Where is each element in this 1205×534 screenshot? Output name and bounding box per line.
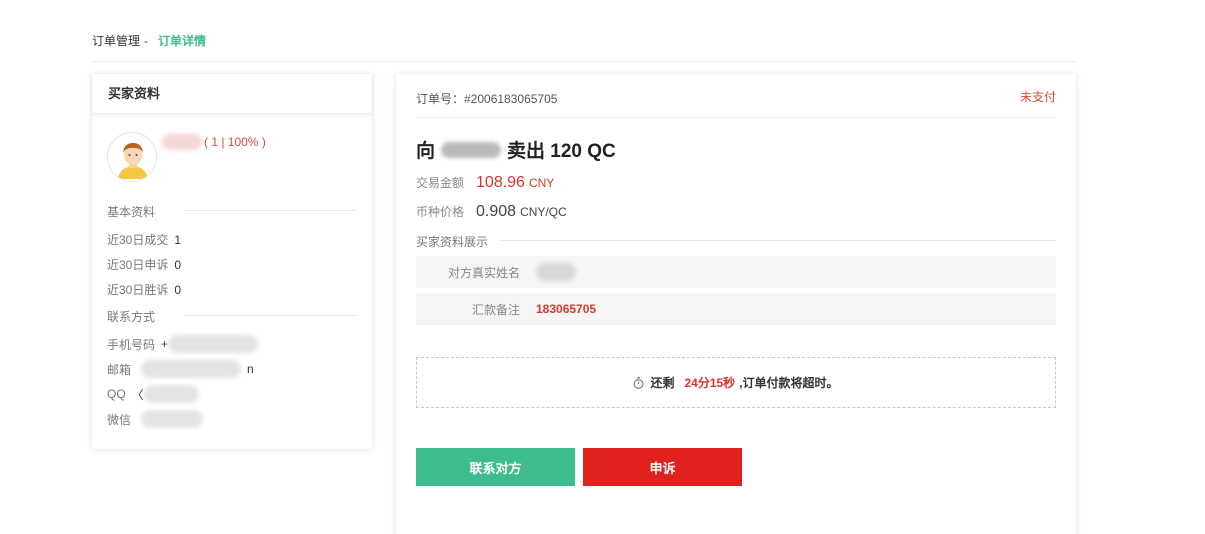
stat-label: 近30日成交 xyxy=(107,233,169,247)
stat-value: 0 xyxy=(174,257,182,272)
amount-unit: CNY xyxy=(528,176,555,190)
real-name-masked xyxy=(536,263,576,281)
payment-countdown: 还剩 24分15秒 ,订单付款将超时。 xyxy=(416,357,1056,408)
stat-label: 近30日申诉 xyxy=(107,258,169,272)
stat-value: 0 xyxy=(174,282,182,297)
stopwatch-icon xyxy=(633,376,644,389)
trade-title: 向 卖出 120 QC xyxy=(416,136,616,163)
remark-value: 183065705 xyxy=(536,302,597,316)
contact-label: QQ xyxy=(107,387,126,401)
order-number: 订单号：#2006183065705 xyxy=(416,92,558,106)
price-row: 币种价格 0.908 CNY/QC xyxy=(416,203,567,221)
order-status-badge: 未支付 xyxy=(1019,90,1056,104)
buyer-card-title: 买家资料 xyxy=(92,74,372,114)
breadcrumb-parent[interactable]: 订单管理 xyxy=(92,32,140,49)
contact-row-qq: QQ 〈 xyxy=(107,385,199,403)
remark-row: 汇款备注 183065705 xyxy=(416,293,1056,325)
stat-row-wins: 近30日胜诉 0 xyxy=(107,281,181,298)
masked-wechat xyxy=(141,410,204,428)
price-value: 0.908 xyxy=(476,203,517,220)
countdown-suffix: ,订单付款将超时。 xyxy=(739,376,839,390)
stat-value: 1 xyxy=(174,232,182,247)
top-divider xyxy=(92,61,1077,62)
countdown-prefix: 还剩 xyxy=(650,376,675,390)
contact-divider xyxy=(184,315,356,316)
contact-label: 微信 xyxy=(107,412,132,427)
masked-qq xyxy=(143,385,199,403)
buyer-trade-stats: ( 1 | 100% ) xyxy=(204,135,266,149)
contact-value: n xyxy=(247,362,254,376)
masked-email xyxy=(141,360,242,378)
stat-label: 近30日胜诉 xyxy=(107,283,169,297)
amount-value: 108.96 xyxy=(476,174,525,191)
real-name-label: 对方真实姓名 xyxy=(447,265,520,280)
amount-label: 交易金额 xyxy=(416,176,465,190)
buyer-name-masked xyxy=(162,134,202,150)
counterparty-name-masked xyxy=(441,141,502,158)
basic-info-divider xyxy=(184,210,356,211)
contact-value: 〈 xyxy=(131,387,144,402)
countdown-time: 24分15秒 xyxy=(684,376,736,390)
contact-row-phone: 手机号码 + xyxy=(107,335,259,353)
remark-label: 汇款备注 xyxy=(471,302,520,317)
breadcrumb-current: 订单详情 xyxy=(158,34,207,48)
contact-value: + xyxy=(161,337,169,351)
stat-row-trades: 近30日成交 1 xyxy=(107,231,181,248)
user-avatar-icon xyxy=(107,132,157,182)
trade-title-prefix: 向 xyxy=(416,141,436,162)
buyer-info-card: 买家资料 ( 1 | 100% ) 基本资料 近30日成交 1 近30日申诉 0… xyxy=(92,74,372,449)
price-unit: CNY/QC xyxy=(520,205,567,219)
real-name-row: 对方真实姓名 xyxy=(416,256,1056,288)
contact-section-title: 联系方式 xyxy=(107,310,156,324)
contact-counterparty-button[interactable]: 联系对方 xyxy=(416,448,575,486)
masked-phone xyxy=(168,335,259,353)
contact-label: 邮箱 xyxy=(107,362,132,377)
order-header-divider xyxy=(416,117,1056,118)
breadcrumb: 订单管理 - 订单详情 xyxy=(92,32,206,49)
breadcrumb-separator: - xyxy=(144,33,149,48)
trade-title-suffix: 卖出 120 QC xyxy=(507,141,616,162)
appeal-button[interactable]: 申诉 xyxy=(583,448,742,486)
contact-label: 手机号码 xyxy=(107,337,156,352)
amount-row: 交易金额 108.96 CNY xyxy=(416,174,554,192)
buyer-display-section-title: 买家资料展示 xyxy=(416,235,489,249)
buyer-display-divider xyxy=(500,240,1056,241)
basic-info-section-title: 基本资料 xyxy=(107,205,156,219)
order-detail-card: 订单号：#2006183065705 未支付 向 卖出 120 QC 交易金额 … xyxy=(396,74,1076,534)
contact-row-email: 邮箱 n xyxy=(107,360,254,378)
contact-row-wechat: 微信 xyxy=(107,410,204,428)
price-label: 币种价格 xyxy=(416,205,465,219)
stat-row-appeals: 近30日申诉 0 xyxy=(107,256,181,273)
